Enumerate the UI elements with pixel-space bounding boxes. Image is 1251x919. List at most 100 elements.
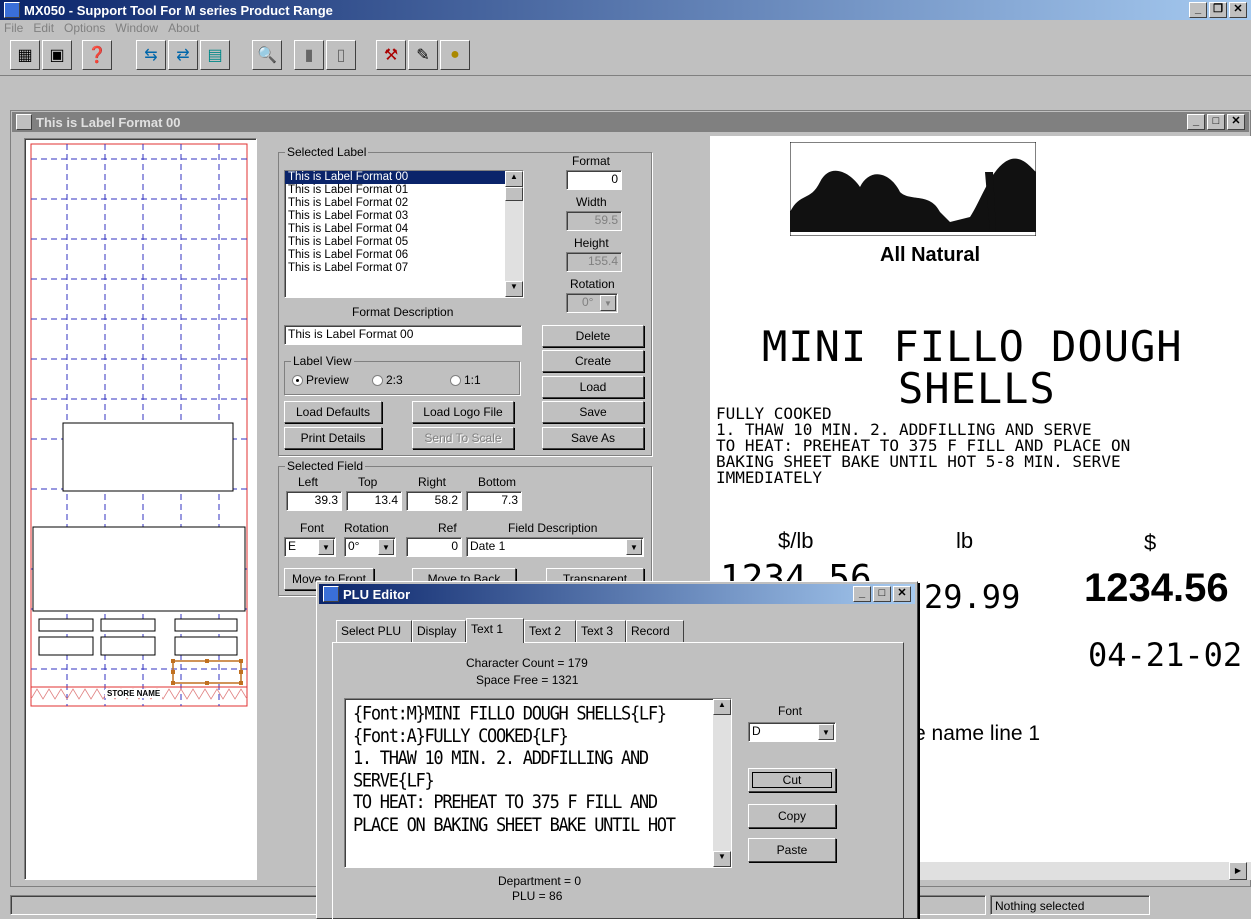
- scroll-down-arrow[interactable]: ▼: [713, 851, 731, 867]
- child-maximize-button[interactable]: □: [1207, 114, 1225, 130]
- scroll-up-arrow[interactable]: ▲: [713, 699, 731, 715]
- child-minimize-button[interactable]: _: [1187, 114, 1205, 130]
- menu-window[interactable]: Window: [115, 21, 158, 35]
- ref-field[interactable]: 0: [406, 537, 462, 557]
- plu-editor-title-bar: PLU Editor _ □ ✕: [319, 584, 915, 604]
- toolbar-button-6[interactable]: ▤: [200, 40, 230, 70]
- print-details-button[interactable]: Print Details: [284, 427, 382, 449]
- field-description-select[interactable]: Date 1 ▼: [466, 537, 644, 557]
- copy-button[interactable]: Copy: [748, 804, 836, 828]
- toolbar-button-4[interactable]: ⇆: [136, 40, 166, 70]
- status-text: Nothing selected: [995, 899, 1085, 913]
- restore-button[interactable]: ❐: [1209, 2, 1227, 18]
- list-item[interactable]: This is Label Format 04: [285, 223, 523, 236]
- text-line: {Font:M}MINI FILLO DOUGH SHELLS{LF}: [353, 703, 667, 725]
- chevron-down-icon[interactable]: ▼: [626, 539, 642, 555]
- tab-text-2[interactable]: Text 2: [524, 620, 576, 642]
- toolbar-button-11[interactable]: ✎: [408, 40, 438, 70]
- list-item[interactable]: This is Label Format 02: [285, 197, 523, 210]
- load-button[interactable]: Load: [542, 376, 644, 398]
- view-23-radio[interactable]: 2:3: [372, 373, 403, 387]
- left-label: Left: [298, 475, 319, 489]
- document-icon[interactable]: ▮: [294, 40, 324, 70]
- toolbar-button-2[interactable]: ▣: [42, 40, 72, 70]
- label-format-list[interactable]: This is Label Format 00 This is Label Fo…: [284, 170, 524, 298]
- plu-minimize-button[interactable]: _: [853, 586, 871, 602]
- left-field[interactable]: 39.3: [286, 491, 342, 511]
- scroll-down-arrow[interactable]: ▼: [505, 281, 523, 297]
- help-icon[interactable]: ❓: [82, 40, 112, 70]
- close-button[interactable]: ✕: [1229, 2, 1247, 18]
- tab-text-3[interactable]: Text 3: [576, 620, 626, 642]
- tab-record[interactable]: Record: [626, 620, 684, 642]
- save-button[interactable]: Save: [542, 401, 644, 423]
- tab-display[interactable]: Display: [412, 620, 466, 642]
- tab-select-plu[interactable]: Select PLU: [336, 620, 412, 642]
- load-defaults-button[interactable]: Load Defaults: [284, 401, 382, 423]
- right-field[interactable]: 58.2: [406, 491, 462, 511]
- plu-font-select[interactable]: D ▼: [748, 722, 836, 742]
- menu-file[interactable]: File: [4, 21, 23, 35]
- minimize-button[interactable]: _: [1189, 2, 1207, 18]
- layout-grid: [30, 143, 248, 707]
- list-item[interactable]: This is Label Format 03: [285, 210, 523, 223]
- search-icon[interactable]: 🔍: [252, 40, 282, 70]
- view-preview-radio[interactable]: Preview: [292, 373, 349, 387]
- view-preview-label: Preview: [306, 373, 349, 387]
- forest-logo: [790, 142, 1036, 236]
- delete-button[interactable]: Delete: [542, 325, 644, 347]
- radio-icon: [372, 375, 383, 387]
- total-label: $: [1144, 530, 1157, 555]
- tab-text-1[interactable]: Text 1: [466, 618, 524, 643]
- field-rotation-select[interactable]: 0° ▼: [344, 537, 396, 557]
- cut-button[interactable]: Cut: [748, 768, 836, 792]
- plu-close-button[interactable]: ✕: [893, 586, 911, 602]
- page-icon[interactable]: ▯: [326, 40, 356, 70]
- view-11-label: 1:1: [464, 373, 481, 387]
- field-rotation-label: Rotation: [344, 521, 389, 535]
- bottom-field[interactable]: 7.3: [466, 491, 522, 511]
- date-value: 04-21-02: [1088, 636, 1243, 674]
- chevron-down-icon[interactable]: ▼: [818, 724, 834, 740]
- chevron-down-icon[interactable]: ▼: [318, 539, 334, 555]
- height-label: Height: [574, 236, 609, 250]
- list-item[interactable]: This is Label Format 01: [285, 184, 523, 197]
- top-label: Top: [358, 475, 378, 489]
- store-name-line: e name line 1: [914, 722, 1041, 745]
- save-as-button[interactable]: Save As: [542, 427, 644, 449]
- field-description-value: Date 1: [470, 539, 506, 553]
- child-close-button[interactable]: ✕: [1227, 114, 1245, 130]
- create-button[interactable]: Create: [542, 350, 644, 372]
- top-field[interactable]: 13.4: [346, 491, 402, 511]
- format-description-field[interactable]: This is Label Format 00: [284, 325, 522, 345]
- toolbar-button-12[interactable]: ●: [440, 40, 470, 70]
- font-select[interactable]: E ▼: [284, 537, 336, 557]
- menu-about[interactable]: About: [168, 21, 199, 35]
- load-logo-file-button[interactable]: Load Logo File: [412, 401, 514, 423]
- list-scrollbar[interactable]: ▲ ▼: [505, 171, 523, 297]
- text-scrollbar[interactable]: ▲ ▼: [713, 699, 731, 867]
- plu-text-area[interactable]: {Font:M}MINI FILLO DOUGH SHELLS{LF} {Fon…: [344, 698, 732, 868]
- format-description-label: Format Description: [352, 305, 454, 319]
- menu-edit[interactable]: Edit: [33, 21, 54, 35]
- toolbar-button-5[interactable]: ⇄: [168, 40, 198, 70]
- logo-caption: All Natural: [880, 244, 981, 266]
- scroll-right-arrow[interactable]: ▶: [1229, 862, 1247, 880]
- toolbar-button-1[interactable]: ▦: [10, 40, 40, 70]
- format-field[interactable]: 0: [566, 170, 622, 190]
- chevron-down-icon[interactable]: ▼: [378, 539, 394, 555]
- paste-button[interactable]: Paste: [748, 838, 836, 862]
- list-item[interactable]: This is Label Format 07: [285, 262, 523, 275]
- list-item[interactable]: This is Label Format 05: [285, 236, 523, 249]
- scroll-thumb[interactable]: [505, 187, 523, 201]
- list-item[interactable]: This is Label Format 00: [285, 171, 523, 184]
- layout-preview-pane[interactable]: STORE NAME: [24, 138, 257, 880]
- list-item[interactable]: This is Label Format 06: [285, 249, 523, 262]
- total-value: 1234.56: [1084, 566, 1229, 610]
- menu-options[interactable]: Options: [64, 21, 105, 35]
- scroll-up-arrow[interactable]: ▲: [505, 171, 523, 187]
- plu-maximize-button[interactable]: □: [873, 586, 891, 602]
- tools-icon[interactable]: ⚒: [376, 40, 406, 70]
- unit-price-label: $/lb: [778, 528, 814, 553]
- view-11-radio[interactable]: 1:1: [450, 373, 481, 387]
